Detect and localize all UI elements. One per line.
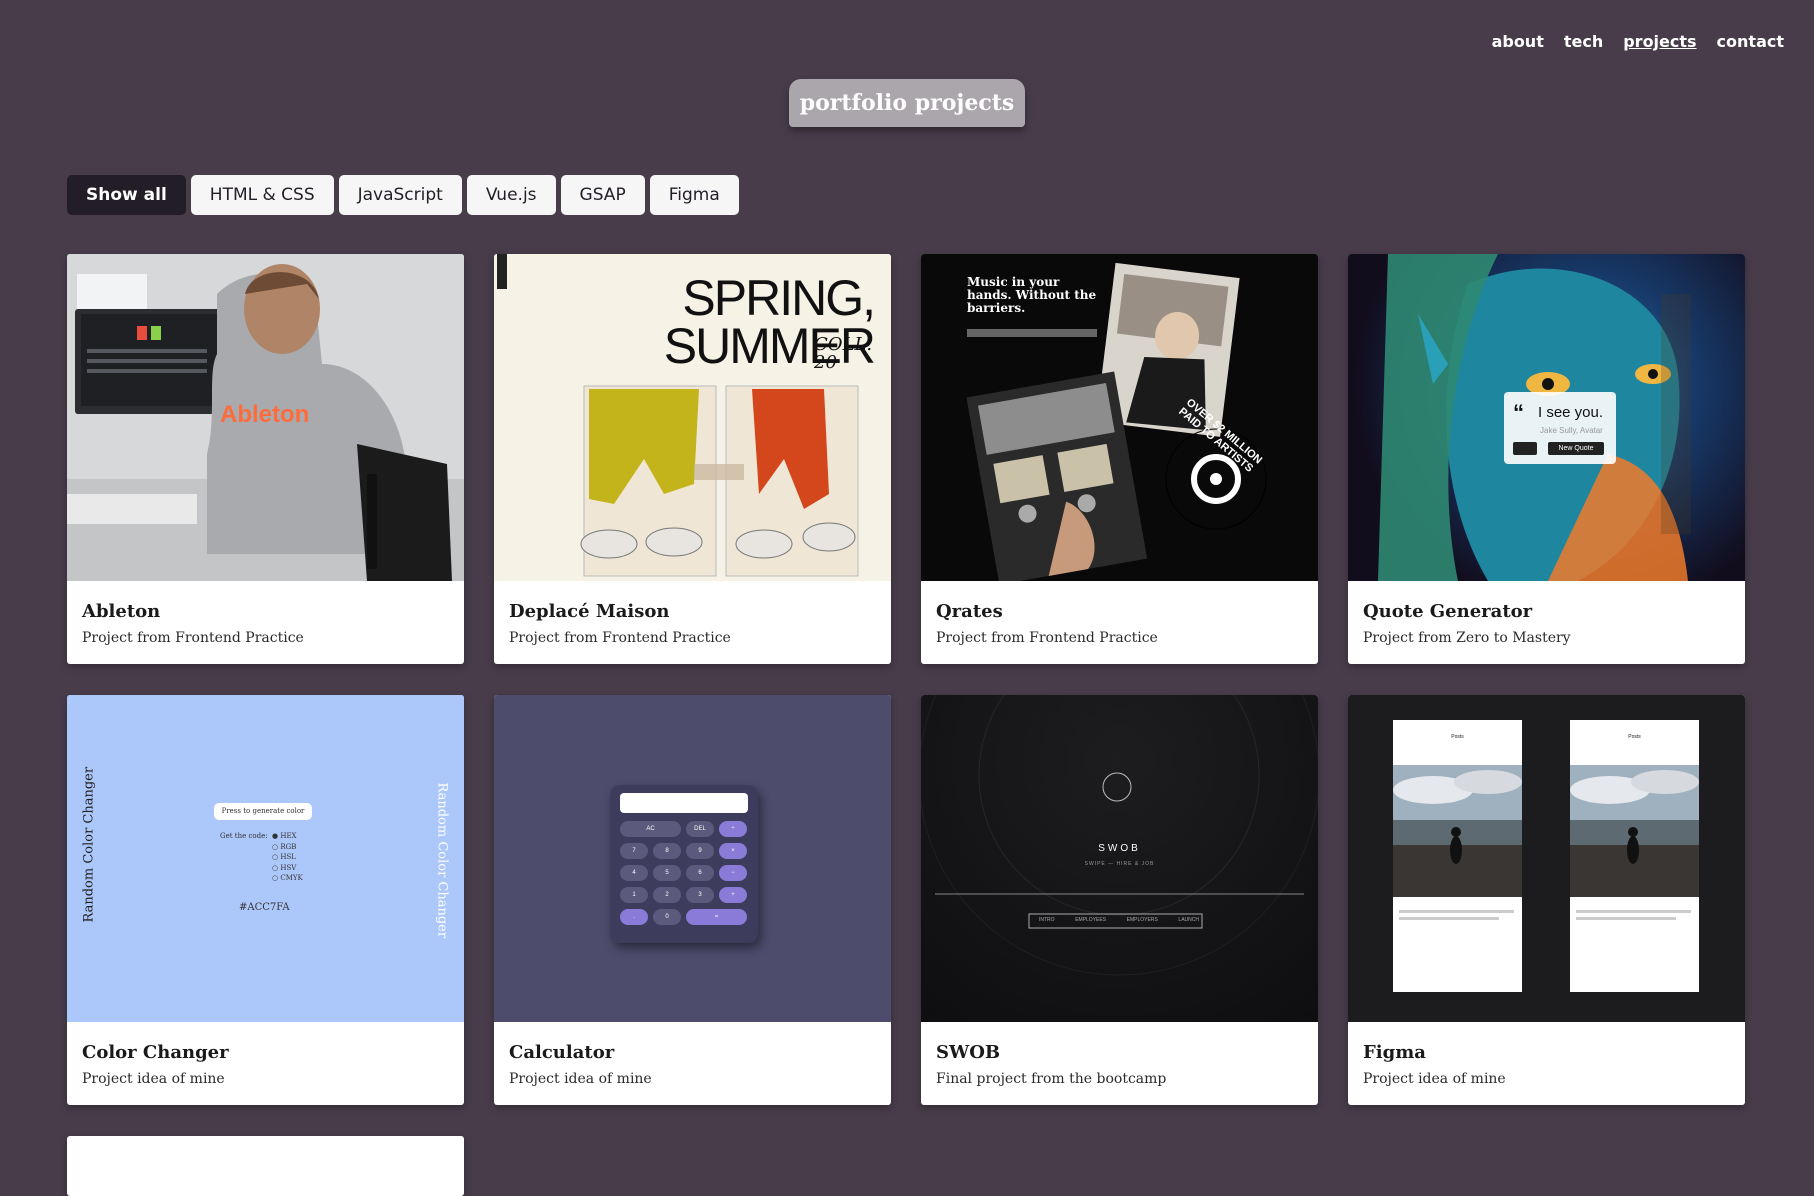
project-subtitle: Project idea of mine — [82, 1071, 225, 1087]
quote-card: “ I see you. Jake Sully, Avatar New Quot… — [1504, 392, 1616, 464]
project-grid: Ableton Ableton Project from Frontend Pr… — [67, 254, 1745, 1196]
phone-mockup-right: Posts — [1570, 720, 1699, 992]
figma-thumbnail: Posts Posts — [1348, 695, 1745, 1022]
swob-logo-text: SWOB — [1098, 843, 1141, 854]
project-subtitle: Project idea of mine — [1363, 1071, 1506, 1087]
nav-contact-link[interactable]: contact — [1717, 32, 1784, 51]
project-title: Deplacé Maison — [509, 601, 670, 622]
format-options: ● HEX ○ RGB ○ HSL ○ HSV ○ CMYK — [272, 831, 303, 884]
calculator-key: × — [719, 843, 747, 859]
twitter-icon — [1513, 442, 1537, 455]
project-subtitle: Project idea of mine — [509, 1071, 652, 1087]
option-rgb: ○ RGB — [272, 842, 297, 851]
swob-menu-employers: EMPLOYERS — [1126, 917, 1158, 923]
filter-bar: Show all HTML & CSS JavaScript Vue.js GS… — [67, 175, 739, 215]
top-nav: about tech projects contact — [1492, 32, 1784, 51]
project-card-partial[interactable] — [67, 1136, 464, 1196]
project-title: Ableton — [82, 601, 161, 622]
swob-tagline: SWIPE — HIRE & JOB — [1084, 861, 1155, 867]
color-code-text: #ACC7FA — [239, 902, 290, 913]
calculator-key: 7 — [620, 843, 648, 859]
project-subtitle: Project from Zero to Mastery — [1363, 630, 1571, 646]
filter-javascript-button[interactable]: JavaScript — [338, 175, 462, 215]
calculator-thumbnail: AC DEL ÷ 7 8 9 × 4 5 6− 1 2 3 +. 0 = — [494, 695, 891, 1022]
project-subtitle: Final project from the bootcamp — [936, 1071, 1167, 1087]
calculator-body: AC DEL ÷ 7 8 9 × 4 5 6− 1 2 3 +. 0 = — [610, 785, 758, 943]
calculator-key: 3 — [686, 887, 714, 903]
project-title: Figma — [1363, 1042, 1426, 1063]
project-title: Qrates — [936, 601, 1003, 622]
generate-color-button: Press to generate color — [214, 803, 312, 820]
deplace-thumbnail: SPRING, SUMMER COLL. 20 — [494, 254, 891, 581]
vertical-title-left: Random Color Changer — [81, 766, 97, 923]
calculator-key: − — [719, 865, 747, 881]
project-subtitle: Project from Frontend Practice — [509, 630, 731, 646]
calculator-key: 0 — [653, 909, 681, 925]
landscape-photo-left — [1393, 765, 1522, 920]
page-title: portfolio projects — [789, 79, 1025, 127]
new-quote-button: New Quote — [1548, 442, 1604, 455]
project-title: SWOB — [936, 1042, 1001, 1063]
calculator-display — [620, 793, 748, 813]
calculator-key: . — [620, 909, 648, 925]
calculator-key: 5 — [653, 865, 681, 881]
calculator-key: ÷ — [719, 821, 747, 837]
get-code-label: Get the code: — [220, 832, 268, 840]
ableton-thumbnail: Ableton — [67, 254, 464, 581]
swob-menu: INTRO EMPLOYEES EMPLOYERS LAUNCH — [1039, 917, 1199, 923]
project-card-calculator[interactable]: AC DEL ÷ 7 8 9 × 4 5 6− 1 2 3 +. 0 = Calculator Project… — [494, 695, 891, 1105]
calculator-key: 6 — [686, 865, 714, 881]
phone-mockup-left: Posts — [1393, 720, 1522, 992]
calculator-key: AC — [620, 821, 681, 837]
project-card-figma[interactable]: Posts Posts Figma Project idea of mine — [1348, 695, 1745, 1105]
project-card-color-changer[interactable]: Random Color Changer Random Color Change… — [67, 695, 464, 1105]
quote-generator-thumbnail: “ I see you. Jake Sully, Avatar New Quot… — [1348, 254, 1745, 581]
project-card-swob[interactable]: SWOB SWIPE — HIRE & JOB INTRO EMPLOYEES … — [921, 695, 1318, 1105]
project-card-deplace-maison[interactable]: SPRING, SUMMER COLL. 20 Deplacé Maison P… — [494, 254, 891, 664]
swob-menu-intro: INTRO — [1039, 917, 1055, 923]
records-collage — [966, 262, 1267, 581]
calculator-key: 9 — [686, 843, 714, 859]
option-hex: ● HEX — [272, 832, 297, 840]
calculator-key: 4 — [620, 865, 648, 881]
option-hsl: ○ HSL — [272, 853, 296, 861]
project-title: Quote Generator — [1363, 601, 1533, 622]
quote-text: I see you. — [1538, 404, 1604, 421]
swob-menu-launch: LAUNCH — [1178, 917, 1199, 923]
project-title: Calculator — [509, 1042, 615, 1063]
calculator-key: DEL — [686, 821, 714, 837]
calculator-key: 1 — [620, 887, 648, 903]
color-changer-thumbnail: Random Color Changer Random Color Change… — [67, 695, 464, 1022]
ableton-brand-text: Ableton — [220, 401, 310, 428]
swob-menu-employees: EMPLOYEES — [1075, 917, 1107, 923]
option-cmyk: ○ CMYK — [272, 874, 303, 882]
option-hsv: ○ HSV — [272, 863, 297, 872]
calculator-key: 2 — [653, 887, 681, 903]
filter-figma-button[interactable]: Figma — [649, 175, 739, 215]
calculator-key: + — [719, 887, 747, 903]
filter-gsap-button[interactable]: GSAP — [560, 175, 645, 215]
filter-html-css-button[interactable]: HTML & CSS — [190, 175, 334, 215]
swob-thumbnail: SWOB SWIPE — HIRE & JOB INTRO EMPLOYEES … — [921, 695, 1318, 1022]
quote-mark-icon: “ — [1513, 400, 1524, 425]
project-card-quote-generator[interactable]: “ I see you. Jake Sully, Avatar New Quot… — [1348, 254, 1745, 664]
filter-vuejs-button[interactable]: Vue.js — [466, 175, 556, 215]
vertical-title-right: Random Color Changer — [434, 782, 450, 939]
nav-about-link[interactable]: about — [1492, 32, 1544, 51]
calculator-key: = — [686, 909, 747, 925]
fashion-illustration — [497, 254, 859, 577]
qrates-thumbnail: Music in your hands. Without the barrier… — [921, 254, 1318, 581]
project-card-ableton[interactable]: Ableton Ableton Project from Frontend Pr… — [67, 254, 464, 664]
filter-show-all-button[interactable]: Show all — [67, 175, 186, 215]
landscape-photo-right — [1570, 765, 1699, 920]
project-title: Color Changer — [82, 1042, 229, 1063]
calculator-key: 8 — [653, 843, 681, 859]
swob-background-rings — [921, 695, 1318, 976]
project-subtitle: Project from Frontend Practice — [82, 630, 304, 646]
nav-projects-link[interactable]: projects — [1623, 32, 1696, 51]
project-card-qrates[interactable]: Music in your hands. Without the barrier… — [921, 254, 1318, 664]
quote-author: Jake Sully, Avatar — [1540, 426, 1603, 435]
nav-tech-link[interactable]: tech — [1564, 32, 1603, 51]
project-subtitle: Project from Frontend Practice — [936, 630, 1158, 646]
